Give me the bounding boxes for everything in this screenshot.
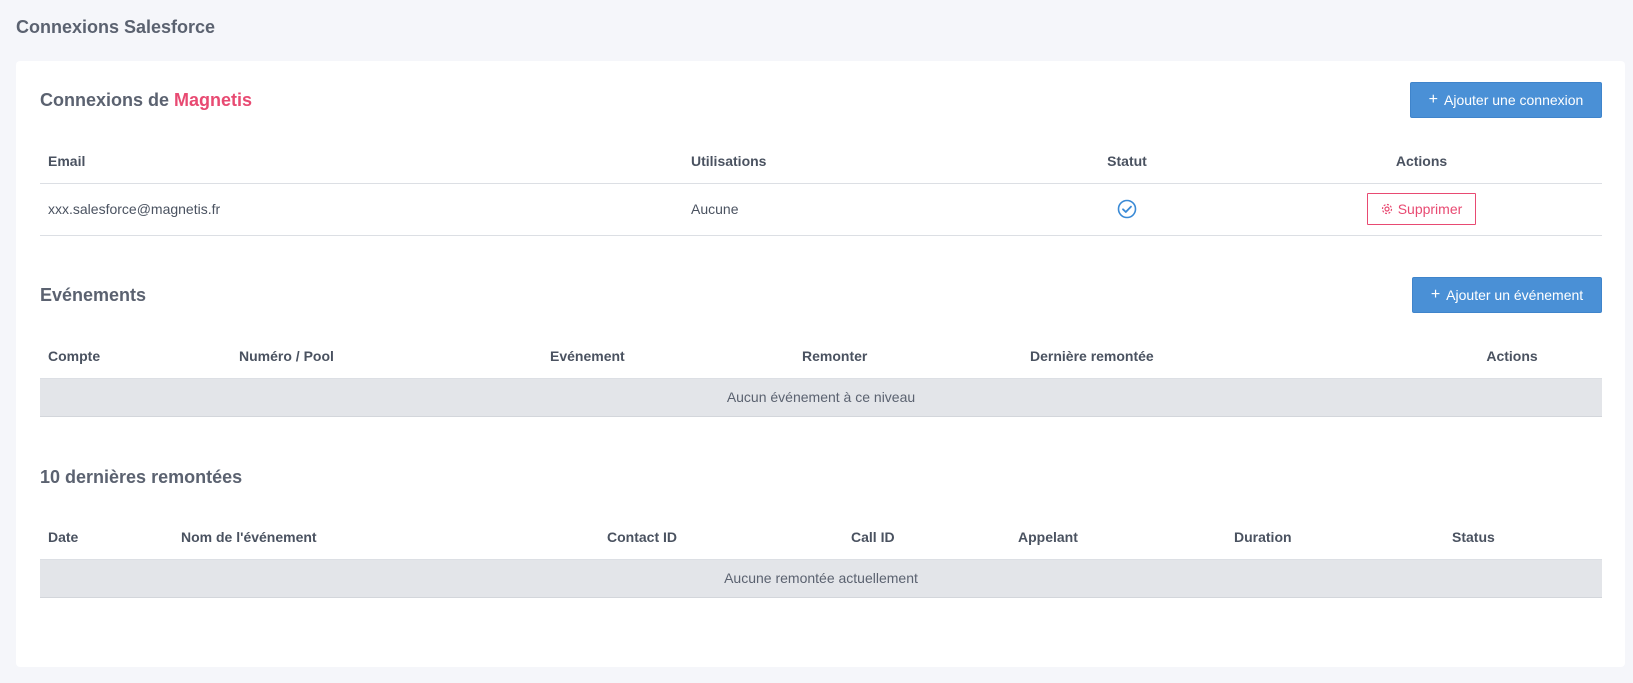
connections-title-brand: Magnetis: [174, 90, 253, 110]
connection-usage: Aucune: [683, 183, 1013, 236]
column-header-number-pool: Numéro / Pool: [231, 334, 542, 379]
recent-header-row: Date Nom de l'événement Contact ID Call …: [40, 515, 1602, 560]
column-header-duration: Duration: [1226, 515, 1444, 560]
add-event-button[interactable]: + Ajouter un événement: [1412, 277, 1602, 313]
connections-title: Connexions de Magnetis: [40, 90, 252, 111]
column-header-actions: Actions: [1241, 139, 1602, 184]
column-header-status: Status: [1444, 515, 1602, 560]
column-header-email: Email: [40, 139, 683, 184]
column-header-event-name: Nom de l'événement: [173, 515, 599, 560]
delete-connection-button[interactable]: Supprimer: [1366, 193, 1477, 225]
column-header-event: Evénement: [542, 334, 794, 379]
connections-header-row: Email Utilisations Statut Actions: [40, 139, 1602, 184]
check-circle-icon: [1117, 199, 1137, 219]
delete-connection-label: Supprimer: [1397, 201, 1463, 217]
column-header-usage: Utilisations: [683, 139, 1013, 184]
page-title: Connexions Salesforce: [16, 17, 216, 37]
plus-icon: +: [1428, 91, 1438, 108]
recent-empty-message: Aucune remontée actuellement: [40, 559, 1602, 598]
events-empty-message: Aucun événement à ce niveau: [40, 378, 1602, 417]
main-card: Connexions de Magnetis + Ajouter une con…: [16, 61, 1625, 667]
plus-icon: +: [1430, 286, 1441, 303]
column-header-last-push: Dernière remontée: [1022, 334, 1422, 379]
connection-actions: Supprimer: [1241, 183, 1602, 236]
table-row: xxx.salesforce@magnetis.fr Aucune Suppri…: [40, 183, 1602, 236]
add-connection-button[interactable]: + Ajouter une connexion: [1410, 82, 1602, 118]
events-table: Compte Numéro / Pool Evénement Remonter …: [40, 334, 1602, 417]
column-header-call-id: Call ID: [843, 515, 1010, 560]
gear-icon: [1381, 203, 1392, 215]
column-header-push: Remonter: [794, 334, 1022, 379]
connections-title-prefix: Connexions de: [40, 90, 170, 110]
add-event-label: Ajouter un événement: [1446, 287, 1584, 303]
empty-row: Aucune remontée actuellement: [40, 559, 1602, 598]
column-header-date: Date: [40, 515, 173, 560]
column-header-contact-id: Contact ID: [599, 515, 843, 560]
add-connection-label: Ajouter une connexion: [1444, 92, 1584, 108]
events-title: Evénements: [40, 285, 147, 305]
connections-table: Email Utilisations Statut Actions xxx.sa…: [40, 139, 1602, 236]
column-header-caller: Appelant: [1010, 515, 1226, 560]
connection-status: [1013, 183, 1241, 236]
empty-row: Aucun événement à ce niveau: [40, 378, 1602, 417]
column-header-actions: Actions: [1422, 334, 1602, 379]
column-header-status: Statut: [1013, 139, 1241, 184]
recent-table: Date Nom de l'événement Contact ID Call …: [40, 515, 1602, 598]
column-header-account: Compte: [40, 334, 231, 379]
events-header-row: Compte Numéro / Pool Evénement Remonter …: [40, 334, 1602, 379]
recent-title: 10 dernières remontées: [40, 467, 243, 487]
connection-email: xxx.salesforce@magnetis.fr: [40, 183, 683, 236]
